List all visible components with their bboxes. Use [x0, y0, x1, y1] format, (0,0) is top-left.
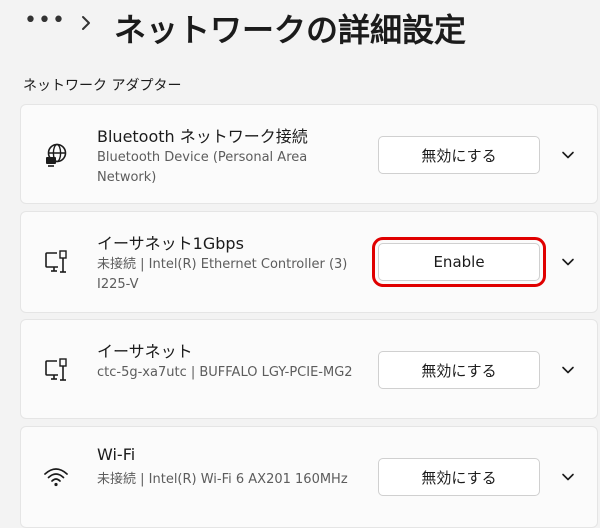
more-icon[interactable]: ••• [24, 8, 66, 33]
adapter-name: イーサネット [97, 342, 193, 361]
disable-button[interactable]: 無効にする [378, 136, 540, 174]
ethernet-icon [45, 358, 67, 381]
adapter-name: Bluetooth ネットワーク接続 [97, 127, 308, 146]
header: ••• ネットワークの詳細設定 [0, 0, 600, 60]
wifi-icon [44, 468, 68, 487]
adapter-description: 未接続 | Intel(R) Wi-Fi 6 AX201 160MHz [97, 472, 348, 487]
disable-button[interactable]: 無効にする [378, 351, 540, 389]
globe-network-icon [46, 143, 67, 167]
adapter-description: ctc-5g-xa7utc | BUFFALO LGY-PCIE-MG2 [97, 365, 353, 380]
chevron-down-icon[interactable] [560, 362, 576, 378]
adapter-name: イーサネット1Gbps [97, 234, 244, 253]
disable-button[interactable]: 無効にする [378, 458, 540, 496]
enable-button[interactable]: Enable [372, 237, 546, 287]
adapter-card-wifi: Wi-Fi 未接続 | Intel(R) Wi-Fi 6 AX201 160MH… [20, 426, 598, 528]
adapter-card-ethernet-1gbps: イーサネット1Gbps 未接続 | Intel(R) Ethernet Cont… [20, 211, 598, 313]
page-title: ネットワークの詳細設定 [114, 11, 467, 49]
section-label: ネットワーク アダプター [23, 78, 182, 94]
adapter-card-ethernet: イーサネット ctc-5g-xa7utc | BUFFALO LGY-PCIE-… [20, 319, 598, 419]
adapter-description: Bluetooth Device (Personal Area Network) [97, 150, 308, 185]
adapter-name: Wi-Fi [97, 445, 136, 464]
chevron-right-icon [82, 16, 90, 30]
chevron-down-icon[interactable] [560, 469, 576, 485]
adapter-description: 未接続 | Intel(R) Ethernet Controller (3) I… [97, 257, 348, 292]
chevron-down-icon[interactable] [560, 254, 576, 270]
adapter-card-bluetooth: Bluetooth ネットワーク接続 Bluetooth Device (Per… [20, 104, 598, 204]
chevron-down-icon[interactable] [560, 147, 576, 163]
ethernet-icon [45, 250, 67, 273]
